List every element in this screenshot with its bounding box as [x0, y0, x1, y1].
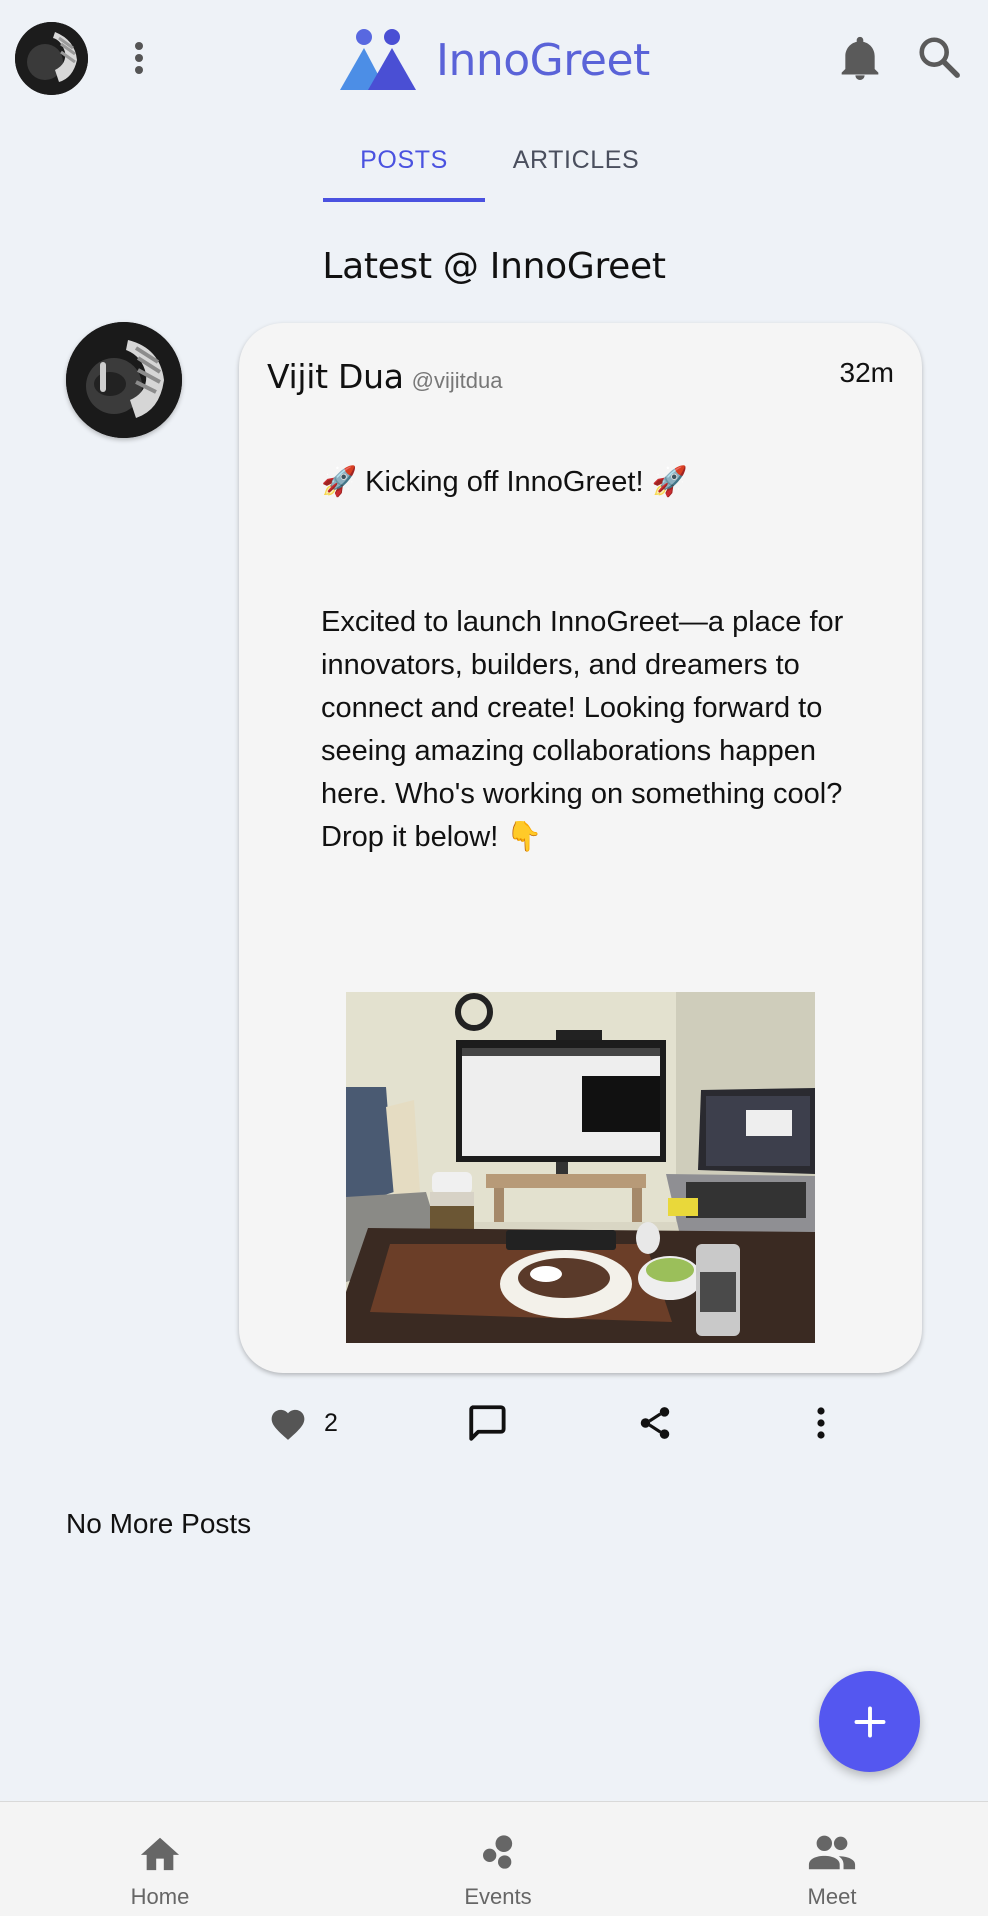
- nav-events-label: Events: [464, 1884, 532, 1909]
- more-vertical-icon: [817, 1407, 825, 1439]
- post-body: Excited to launch InnoGreet—a place for …: [321, 606, 844, 853]
- nav-events[interactable]: Events: [428, 1802, 568, 1916]
- nav-meet[interactable]: Meet: [762, 1802, 902, 1916]
- post-title: 🚀 Kicking off InnoGreet! 🚀: [321, 466, 688, 498]
- post-author-avatar[interactable]: [66, 322, 182, 438]
- tab-articles[interactable]: ARTICLES: [485, 132, 667, 202]
- share-button[interactable]: [636, 1398, 674, 1448]
- post-more-button[interactable]: [808, 1398, 834, 1448]
- search-icon: [919, 37, 960, 78]
- post-actions: 2: [0, 1398, 988, 1448]
- bell-icon: [841, 36, 879, 80]
- nav-meet-label: Meet: [807, 1884, 857, 1909]
- like-count: 2: [324, 1408, 338, 1437]
- end-of-feed-text: No More Posts: [66, 1508, 252, 1539]
- create-post-button[interactable]: [819, 1671, 920, 1772]
- post-author: Vijit Dua @vijitdua: [267, 357, 502, 396]
- feed-tabs: POSTS ARTICLES: [323, 132, 667, 202]
- tab-posts[interactable]: POSTS: [323, 132, 485, 202]
- profile-photo-icon: [15, 22, 88, 95]
- home-icon: [140, 1837, 180, 1871]
- nav-home[interactable]: Home: [90, 1802, 230, 1916]
- bottom-navigation: Home Events Meet: [0, 1801, 988, 1916]
- author-handle[interactable]: @vijitdua: [412, 368, 503, 394]
- post-card[interactable]: Vijit Dua @vijitdua 32m 🚀 Kicking off In…: [239, 323, 922, 1373]
- share-icon: [640, 1407, 670, 1439]
- nav-home-label: Home: [130, 1884, 190, 1909]
- heart-icon: [271, 1409, 305, 1440]
- profile-avatar[interactable]: [15, 22, 88, 95]
- desk-setup-photo-icon: [346, 992, 815, 1343]
- author-photo-icon: [66, 322, 182, 438]
- innogreet-logo-icon: [340, 29, 416, 90]
- menu-button[interactable]: [124, 38, 154, 78]
- comment-button[interactable]: [466, 1398, 508, 1448]
- people-icon: [808, 1835, 856, 1870]
- search-button[interactable]: [916, 34, 962, 80]
- plus-icon: [854, 1706, 885, 1737]
- post-timestamp: 32m: [839, 357, 894, 388]
- comment-icon: [469, 1405, 506, 1441]
- more-vertical-icon: [135, 42, 143, 74]
- notifications-button[interactable]: [838, 34, 882, 82]
- feed-title: Latest @ InnoGreet: [322, 246, 666, 287]
- author-name[interactable]: Vijit Dua: [267, 357, 404, 396]
- like-button[interactable]: 2: [268, 1398, 338, 1448]
- post-image[interactable]: [346, 992, 815, 1343]
- app-name: InnoGreet: [436, 34, 650, 86]
- top-app-bar: InnoGreet: [0, 0, 988, 116]
- app-logo[interactable]: InnoGreet: [338, 28, 650, 92]
- events-icon: [483, 1835, 513, 1869]
